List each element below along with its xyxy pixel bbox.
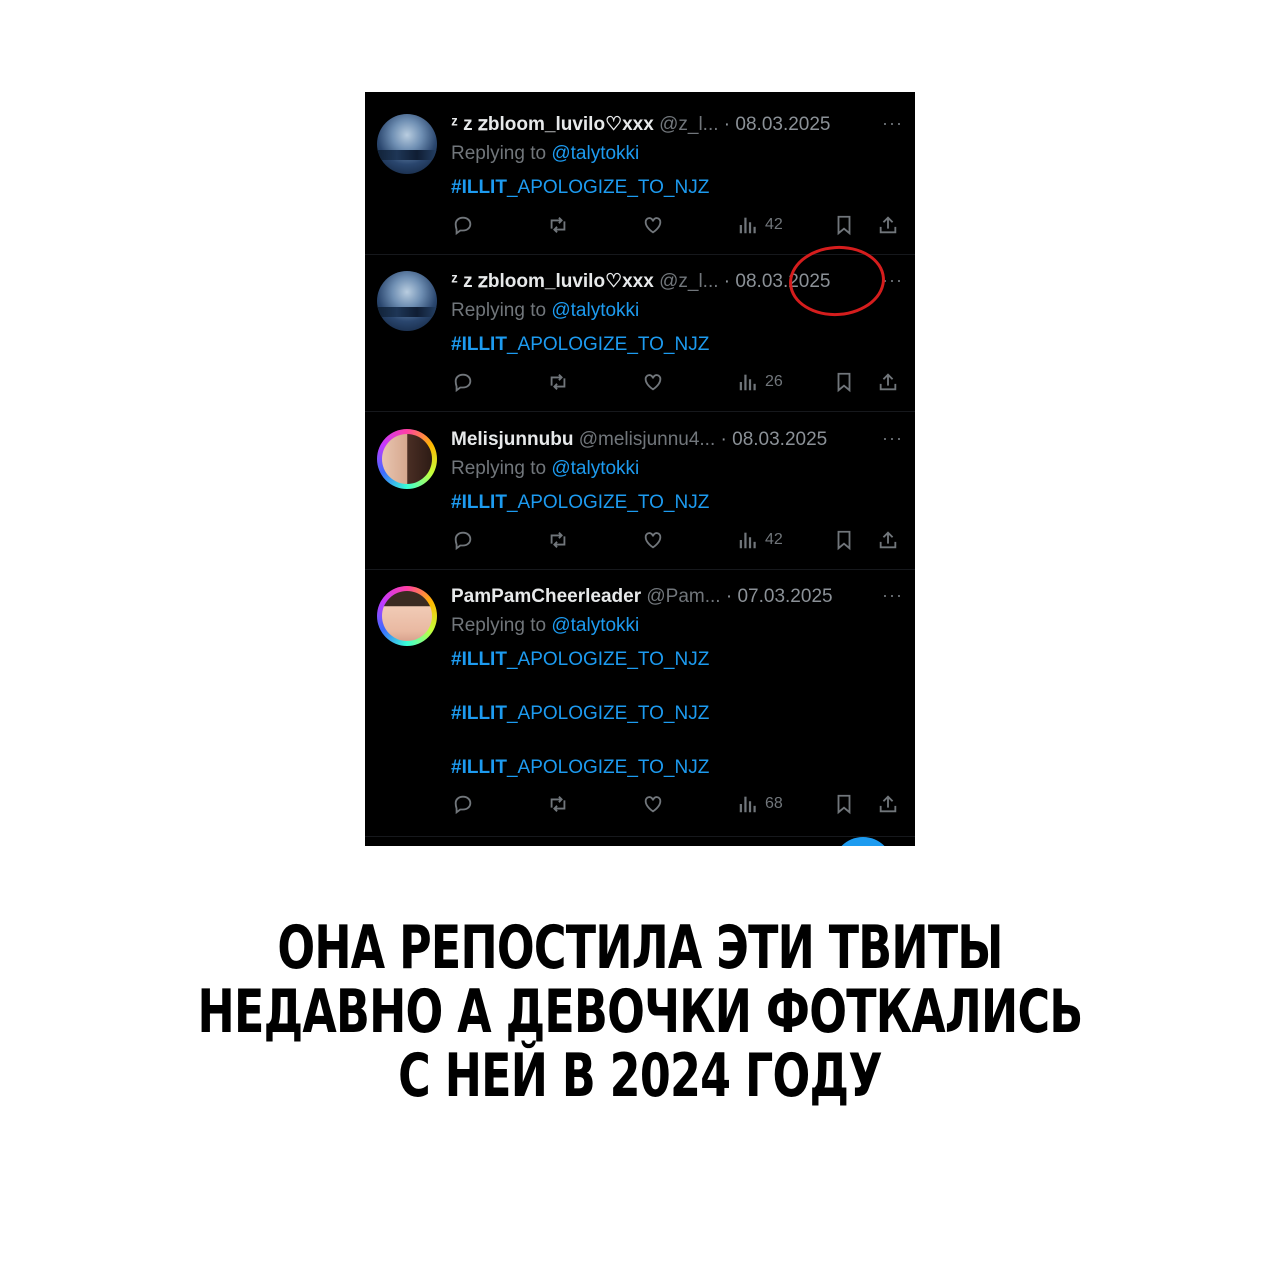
handle-1[interactable]: @z_l... — [659, 114, 718, 135]
reply-handle-2[interactable]: @talytokki — [551, 300, 639, 321]
hashtag-4c[interactable]: #ILLIT_APOLOGIZE_TO_NJZ — [451, 756, 709, 780]
hashtag-rest: _APOLOGIZE_TO_NJZ — [506, 757, 710, 778]
bookmark-icon[interactable] — [833, 792, 855, 816]
reply-handle-1[interactable]: @talytokki — [551, 143, 639, 164]
compose-button[interactable] — [833, 837, 893, 846]
reply-icon[interactable] — [452, 213, 474, 237]
tweet-actions-1: 42 — [365, 213, 915, 237]
views-count-3: 42 — [765, 531, 783, 548]
views-count-2: 26 — [765, 373, 783, 390]
hashtag-4a[interactable]: #ILLIT_APOLOGIZE_TO_NJZ — [451, 648, 709, 672]
hashtag-prefix: #ILLIT — [451, 334, 507, 355]
share-icon[interactable] — [877, 792, 899, 816]
like-icon[interactable] — [642, 792, 664, 816]
hashtag-2[interactable]: #ILLIT_APOLOGIZE_TO_NJZ — [451, 333, 709, 357]
share-icon[interactable] — [877, 528, 899, 552]
more-options-icon[interactable]: ··· — [882, 113, 903, 133]
avatar-3[interactable] — [377, 429, 437, 489]
views-icon — [739, 374, 756, 391]
like-icon[interactable] — [642, 213, 664, 237]
handle-3[interactable]: @melisjunnu4... — [579, 429, 716, 450]
caption-line-2: НЕДАВНО А ДЕВОЧКИ ФОТКАЛИСЬ — [197, 977, 1084, 1047]
avatar-1[interactable] — [377, 114, 437, 174]
handle-2[interactable]: @z_l... — [659, 271, 718, 292]
tweet-replies-screenshot: ᶻ z 𝗓bloom_luvilo♡xxx @z_l... · 08.03.20… — [365, 92, 915, 846]
views-icon — [739, 217, 756, 234]
date-3[interactable]: · 08.03.2025 — [721, 429, 828, 450]
like-icon[interactable] — [642, 370, 664, 394]
reply-prefix-2: Replying to — [451, 300, 552, 321]
handle-4[interactable]: @Pam... — [646, 586, 720, 607]
display-name-4[interactable]: PamPamCheerleader — [451, 586, 641, 607]
reply-handle-4[interactable]: @talytokki — [551, 615, 639, 636]
display-name-3[interactable]: Melisjunnubu — [451, 429, 573, 450]
tweet-actions-4: 68 — [365, 792, 915, 816]
more-options-icon[interactable]: ··· — [882, 428, 903, 448]
hashtag-prefix: #ILLIT — [451, 492, 507, 513]
share-icon[interactable] — [877, 213, 899, 237]
reply-prefix-4: Replying to — [451, 615, 552, 636]
date-1[interactable]: · 08.03.2025 — [724, 114, 831, 135]
avatar-photo — [382, 591, 432, 641]
views-button[interactable]: 42 — [737, 213, 783, 237]
reply-icon[interactable] — [452, 370, 474, 394]
reply-handle-3[interactable]: @talytokki — [551, 458, 639, 479]
replying-to-4: Replying to @talytokki — [451, 614, 639, 638]
display-name-1[interactable]: ᶻ z 𝗓bloom_luvilo♡xxx — [451, 114, 654, 135]
views-count-4: 68 — [765, 795, 783, 812]
retweet-icon[interactable] — [547, 370, 569, 394]
hashtag-rest: _APOLOGIZE_TO_NJZ — [506, 492, 710, 513]
avatar-2[interactable] — [377, 271, 437, 331]
hashtag-rest: _APOLOGIZE_TO_NJZ — [506, 703, 710, 724]
views-button[interactable]: 26 — [737, 370, 783, 394]
replying-to-1: Replying to @talytokki — [451, 142, 639, 166]
tweet-header-3: Melisjunnubu @melisjunnu4... · 08.03.202… — [451, 428, 903, 452]
date-4[interactable]: · 07.03.2025 — [726, 586, 833, 607]
replying-to-2: Replying to @talytokki — [451, 299, 639, 323]
tweet-header-4: PamPamCheerleader @Pam... · 07.03.2025 — [451, 585, 903, 609]
tweet-actions-3: 42 — [365, 528, 915, 552]
tweet-actions-2: 26 — [365, 370, 915, 394]
display-name-2[interactable]: ᶻ z 𝗓bloom_luvilo♡xxx — [451, 271, 654, 292]
bookmark-icon[interactable] — [833, 528, 855, 552]
avatar-photo — [382, 434, 432, 484]
reply-icon[interactable] — [452, 528, 474, 552]
bookmark-icon[interactable] — [833, 370, 855, 394]
caption-line-1: ОНА РЕПОСТИЛА ЭТИ ТВИТЫ — [277, 913, 1003, 983]
more-options-icon[interactable]: ··· — [882, 270, 903, 290]
bookmark-icon[interactable] — [833, 213, 855, 237]
views-button[interactable]: 42 — [737, 528, 783, 552]
views-button[interactable]: 68 — [737, 792, 783, 816]
tweet-4[interactable]: PamPamCheerleader @Pam... · 07.03.2025 ·… — [365, 564, 915, 837]
views-icon — [739, 532, 756, 549]
reply-icon[interactable] — [452, 792, 474, 816]
hashtag-prefix: #ILLIT — [451, 703, 507, 724]
hashtag-prefix: #ILLIT — [451, 757, 507, 778]
views-count-1: 42 — [765, 216, 783, 233]
caption-line-3: С НЕЙ В 2024 ГОДУ — [398, 1041, 882, 1111]
avatar-4[interactable] — [377, 586, 437, 646]
hashtag-prefix: #ILLIT — [451, 177, 507, 198]
hashtag-rest: _APOLOGIZE_TO_NJZ — [506, 334, 710, 355]
replying-to-3: Replying to @talytokki — [451, 457, 639, 481]
caption-text: ОНА РЕПОСТИЛА ЭТИ ТВИТЫ НЕДАВНО А ДЕВОЧК… — [166, 916, 1113, 1108]
hashtag-3[interactable]: #ILLIT_APOLOGIZE_TO_NJZ — [451, 491, 709, 515]
tweet-1[interactable]: ᶻ z 𝗓bloom_luvilo♡xxx @z_l... · 08.03.20… — [365, 92, 915, 255]
share-icon[interactable] — [877, 370, 899, 394]
hashtag-prefix: #ILLIT — [451, 649, 507, 670]
hashtag-rest: _APOLOGIZE_TO_NJZ — [506, 649, 710, 670]
like-icon[interactable] — [642, 528, 664, 552]
tweet-header-1: ᶻ z 𝗓bloom_luvilo♡xxx @z_l... · 08.03.20… — [451, 113, 903, 137]
retweet-icon[interactable] — [547, 213, 569, 237]
reply-prefix-3: Replying to — [451, 458, 552, 479]
reply-prefix-1: Replying to — [451, 143, 552, 164]
more-options-icon[interactable]: ··· — [882, 585, 903, 605]
retweet-icon[interactable] — [547, 528, 569, 552]
hashtag-4b[interactable]: #ILLIT_APOLOGIZE_TO_NJZ — [451, 702, 709, 726]
hashtag-rest: _APOLOGIZE_TO_NJZ — [506, 177, 710, 198]
hashtag-1[interactable]: #ILLIT_APOLOGIZE_TO_NJZ — [451, 176, 709, 200]
views-icon — [739, 796, 756, 813]
tweet-3[interactable]: Melisjunnubu @melisjunnu4... · 08.03.202… — [365, 407, 915, 570]
retweet-icon[interactable] — [547, 792, 569, 816]
